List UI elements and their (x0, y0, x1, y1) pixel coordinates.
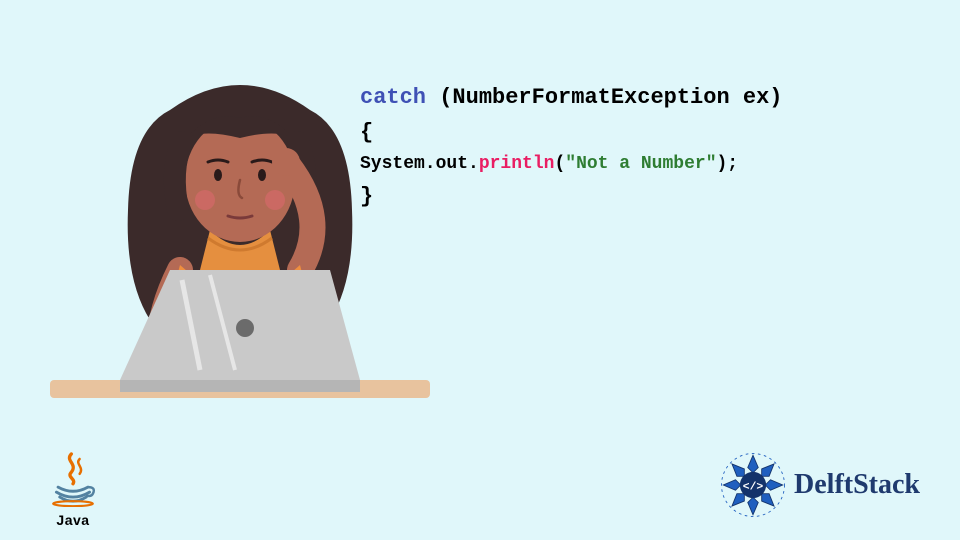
close-paren: ) (769, 85, 782, 110)
delftstack-mandala-icon: </> (718, 450, 788, 520)
method-println: println (479, 154, 555, 174)
method-open-paren: ( (554, 154, 565, 174)
string-literal: "Not a Number" (565, 154, 716, 174)
delftstack-label: DelftStack (794, 469, 920, 501)
woman-laptop-illustration (50, 70, 430, 430)
stmt-close: ); (717, 154, 739, 174)
java-label: Java (38, 512, 108, 528)
delftstack-logo: </> DelftStack (718, 450, 920, 520)
java-cup-icon (43, 449, 103, 507)
svg-text:</>: </> (743, 481, 764, 493)
java-logo: Java (38, 449, 108, 528)
exception-type: NumberFormatException ex (452, 85, 769, 110)
